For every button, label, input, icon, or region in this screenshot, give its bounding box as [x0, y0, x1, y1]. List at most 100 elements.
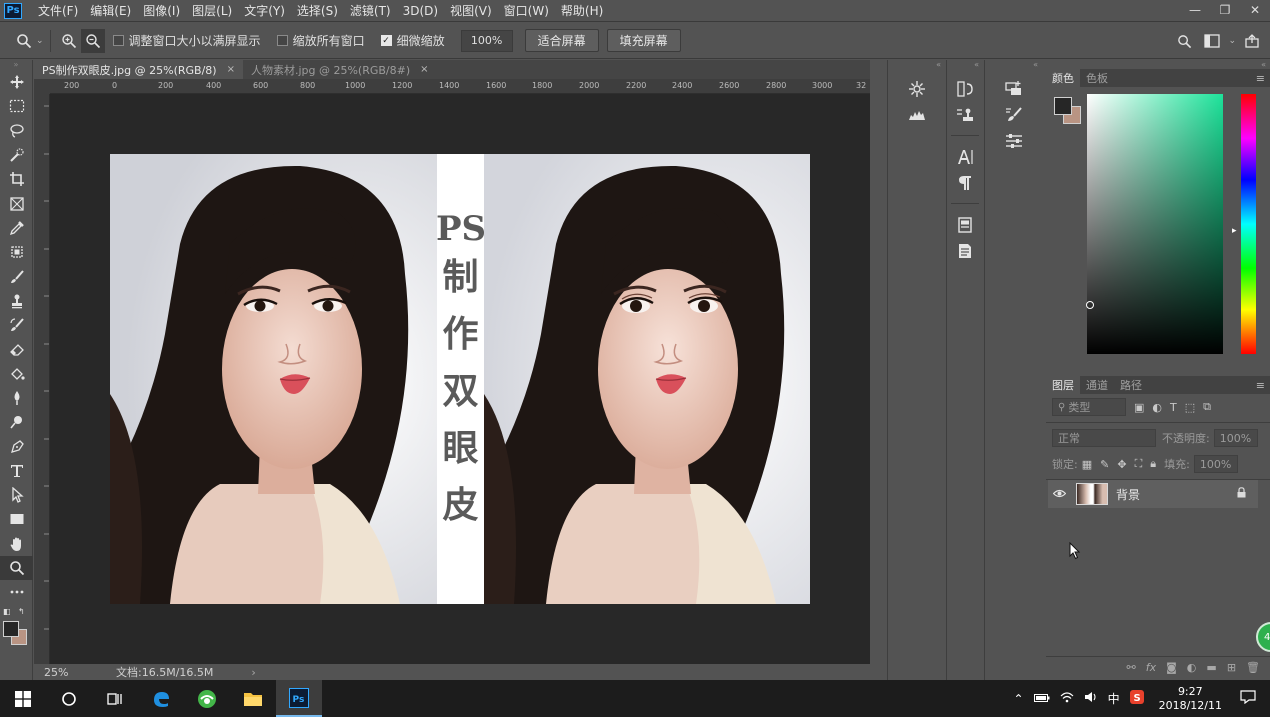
zoom-tool-preset-icon[interactable] — [12, 29, 36, 53]
layer-filter-select[interactable]: ⚲ 类型 — [1052, 398, 1126, 416]
brush-settings-icon[interactable] — [985, 102, 1042, 128]
lock-all-icon[interactable]: 🔒︎ — [1150, 457, 1156, 471]
vertical-ruler[interactable] — [34, 94, 50, 664]
menu-filter[interactable]: 滤镜(T) — [344, 2, 397, 19]
healing-brush-tool-icon[interactable] — [0, 240, 33, 264]
close-button[interactable]: ✕ — [1240, 0, 1270, 20]
default-colors-icon[interactable]: ◧ — [3, 607, 11, 616]
chevron-up-icon[interactable]: ⌃ — [1009, 692, 1029, 706]
zoom-level[interactable]: 25% — [34, 666, 80, 679]
menu-view[interactable]: 视图(V) — [444, 2, 498, 19]
new-group-icon[interactable]: ▬ — [1206, 661, 1216, 674]
restore-button[interactable]: ❐ — [1210, 0, 1240, 20]
layer-visibility-eye-icon[interactable] — [1048, 487, 1070, 501]
wifi-icon[interactable] — [1055, 691, 1079, 706]
hand-tool-icon[interactable] — [0, 532, 33, 556]
menu-layer[interactable]: 图层(L) — [186, 2, 238, 19]
cortana-search-icon[interactable] — [46, 680, 92, 717]
new-adjustment-layer-icon[interactable]: ◐ — [1187, 661, 1197, 674]
photoshop-logo-icon[interactable]: Ps — [4, 2, 22, 19]
collapse-panels-icon[interactable]: « — [985, 60, 1042, 70]
menu-help[interactable]: 帮助(H) — [555, 2, 609, 19]
menu-window[interactable]: 窗口(W) — [498, 2, 555, 19]
filter-shape-icon[interactable]: ⬚ — [1185, 401, 1195, 414]
zoom-out-icon[interactable] — [80, 28, 105, 53]
close-tab-icon[interactable]: × — [420, 64, 428, 75]
zoom-tool-icon[interactable] — [0, 555, 33, 581]
menu-3d[interactable]: 3D(D) — [397, 4, 444, 18]
eyedropper-tool-icon[interactable] — [0, 216, 33, 240]
collapse-panels-icon[interactable]: « — [947, 60, 983, 70]
rectangle-tool-icon[interactable] — [0, 507, 33, 531]
libraries-icon[interactable] — [985, 76, 1042, 102]
layer-name[interactable]: 背景 — [1116, 486, 1140, 503]
zoom-in-icon[interactable] — [57, 29, 81, 53]
character-panel-icon[interactable] — [947, 144, 983, 170]
swap-colors-icon[interactable]: ↰ — [18, 607, 25, 616]
marquee-tool-icon[interactable] — [0, 94, 33, 118]
adjustments-icon[interactable] — [985, 128, 1042, 154]
blur-tool-icon[interactable] — [0, 386, 33, 410]
tab-person-material[interactable]: 人物素材.jpg @ 25%(RGB/8#) × — [242, 60, 437, 79]
brush-tool-icon[interactable] — [0, 264, 33, 288]
filter-pixel-icon[interactable]: ▣ — [1134, 401, 1144, 414]
ruler-corner[interactable] — [34, 79, 50, 94]
tab-swatches[interactable]: 色板 — [1080, 69, 1114, 87]
hue-slider[interactable] — [1241, 94, 1256, 354]
panel-menu-icon[interactable]: ≡ — [1256, 379, 1270, 392]
fill-screen-button[interactable]: 填充屏幕 — [606, 29, 681, 52]
delete-layer-icon[interactable]: 🗑︎ — [1246, 661, 1260, 674]
start-button-windows-icon[interactable] — [0, 680, 46, 717]
menu-file[interactable]: 文件(F) — [32, 2, 84, 19]
workspace-layout-icon[interactable] — [1200, 29, 1224, 53]
lasso-tool-icon[interactable] — [0, 119, 33, 143]
more-tools-icon[interactable] — [0, 580, 33, 604]
collapse-panels-icon[interactable]: « — [888, 60, 945, 70]
navigator-icon[interactable] — [888, 76, 945, 102]
histogram-icon[interactable] — [888, 102, 945, 128]
edge-browser-icon[interactable] — [138, 680, 184, 717]
search-icon[interactable] — [1172, 29, 1196, 53]
input-language-indicator[interactable]: 中 — [1103, 690, 1125, 707]
task-view-icon[interactable] — [92, 680, 138, 717]
photoshop-taskbar-icon[interactable]: Ps — [276, 680, 322, 717]
foreground-color-swatch[interactable] — [3, 620, 19, 637]
menu-edit[interactable]: 编辑(E) — [84, 2, 137, 19]
canvas-area[interactable]: PS 制 作 双 眼 皮 — [50, 94, 870, 664]
minimize-button[interactable]: — — [1180, 0, 1210, 20]
history-brush-tool-icon[interactable] — [0, 313, 33, 337]
frame-tool-icon[interactable] — [0, 191, 33, 215]
pen-tool-icon[interactable] — [0, 434, 33, 458]
checkbox-box[interactable] — [276, 35, 288, 46]
lock-position-icon[interactable]: ✥ — [1117, 458, 1126, 471]
menu-type[interactable]: 文字(Y) — [238, 2, 291, 19]
blend-mode-select[interactable]: 正常 — [1052, 429, 1156, 447]
menu-select[interactable]: 选择(S) — [291, 2, 344, 19]
resize-windows-checkbox[interactable]: 调整窗口大小以满屏显示 — [112, 32, 261, 49]
filter-adjustment-icon[interactable]: ◐ — [1152, 401, 1162, 414]
panel-grip-icon[interactable]: » — [0, 60, 32, 70]
fill-field[interactable]: 100% — [1193, 455, 1238, 473]
history-panel-icon[interactable] — [947, 76, 983, 102]
crop-tool-icon[interactable] — [0, 167, 33, 191]
move-tool-icon[interactable] — [0, 70, 33, 94]
paragraph-panel-icon[interactable] — [947, 170, 983, 196]
fit-screen-button[interactable]: 适合屏幕 — [524, 29, 599, 52]
tab-channels[interactable]: 通道 — [1080, 376, 1114, 394]
document-image[interactable]: PS 制 作 双 眼 皮 — [110, 154, 810, 604]
battery-icon[interactable] — [1029, 692, 1055, 706]
360-browser-icon[interactable] — [184, 680, 230, 717]
zoom-percent-field[interactable]: 100% — [460, 29, 513, 52]
clock[interactable]: 9:27 2018/12/11 — [1149, 685, 1232, 713]
new-layer-icon[interactable]: ⊞ — [1227, 661, 1236, 674]
dodge-tool-icon[interactable] — [0, 410, 33, 434]
path-selection-tool-icon[interactable] — [0, 483, 33, 507]
add-mask-icon[interactable]: ◙ — [1166, 661, 1177, 674]
filter-smart-object-icon[interactable]: ⧉ — [1203, 400, 1211, 414]
eraser-tool-icon[interactable] — [0, 337, 33, 361]
file-explorer-icon[interactable] — [230, 680, 276, 717]
quick-selection-tool-icon[interactable] — [0, 143, 33, 167]
paint-bucket-tool-icon[interactable] — [0, 362, 33, 386]
tab-ps-double-eyelid[interactable]: PS制作双眼皮.jpg @ 25%(RGB/8) × — [34, 60, 243, 79]
layer-style-fx-icon[interactable]: fx — [1146, 661, 1156, 674]
